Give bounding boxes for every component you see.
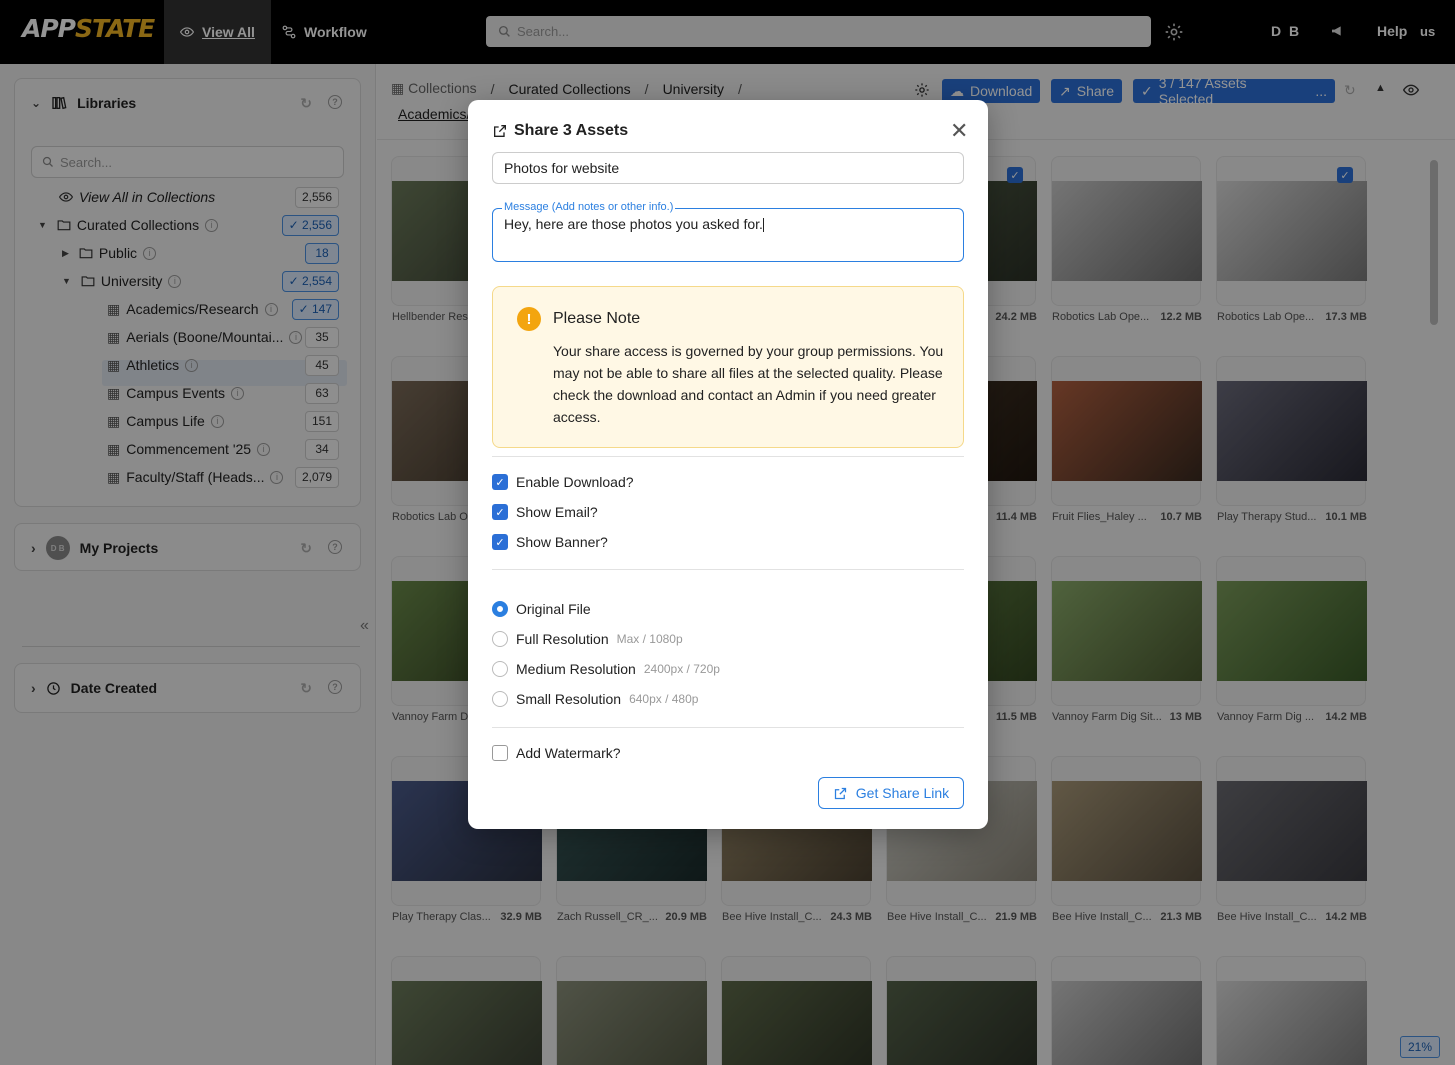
enable-download-checkbox[interactable]: ✓ Enable Download? [492,472,634,492]
note-body: Your share access is governed by your gr… [553,343,944,425]
close-icon[interactable]: ✕ [950,118,968,144]
note-title: Please Note [553,310,641,327]
radio-original-file[interactable]: Original File [492,599,591,619]
share-icon [834,787,846,799]
share-icon [494,125,506,137]
modal-title: Share 3 Assets [492,122,628,140]
radio-small-resolution[interactable]: Small Resolution 640px / 480p [492,689,698,709]
warning-icon: ! [517,307,541,331]
show-email-checkbox[interactable]: ✓ Show Email? [492,502,598,522]
share-modal: Share 3 Assets ✕ Hey, here are those pho… [468,100,988,829]
message-textarea[interactable]: Hey, here are those photos you asked for… [492,208,964,262]
radio-medium-resolution[interactable]: Medium Resolution 2400px / 720p [492,659,720,679]
share-subject-input[interactable] [492,152,964,184]
message-label: Message (Add notes or other info.) [502,201,676,213]
add-watermark-checkbox[interactable]: Add Watermark? [492,743,621,763]
divider [492,569,964,570]
get-share-link-button[interactable]: Get Share Link [818,777,964,809]
radio-full-resolution[interactable]: Full Resolution Max / 1080p [492,629,683,649]
please-note-box: ! Please Note Your share access is gover… [492,286,964,448]
divider [492,727,964,728]
show-banner-checkbox[interactable]: ✓ Show Banner? [492,532,608,552]
divider [492,456,964,457]
